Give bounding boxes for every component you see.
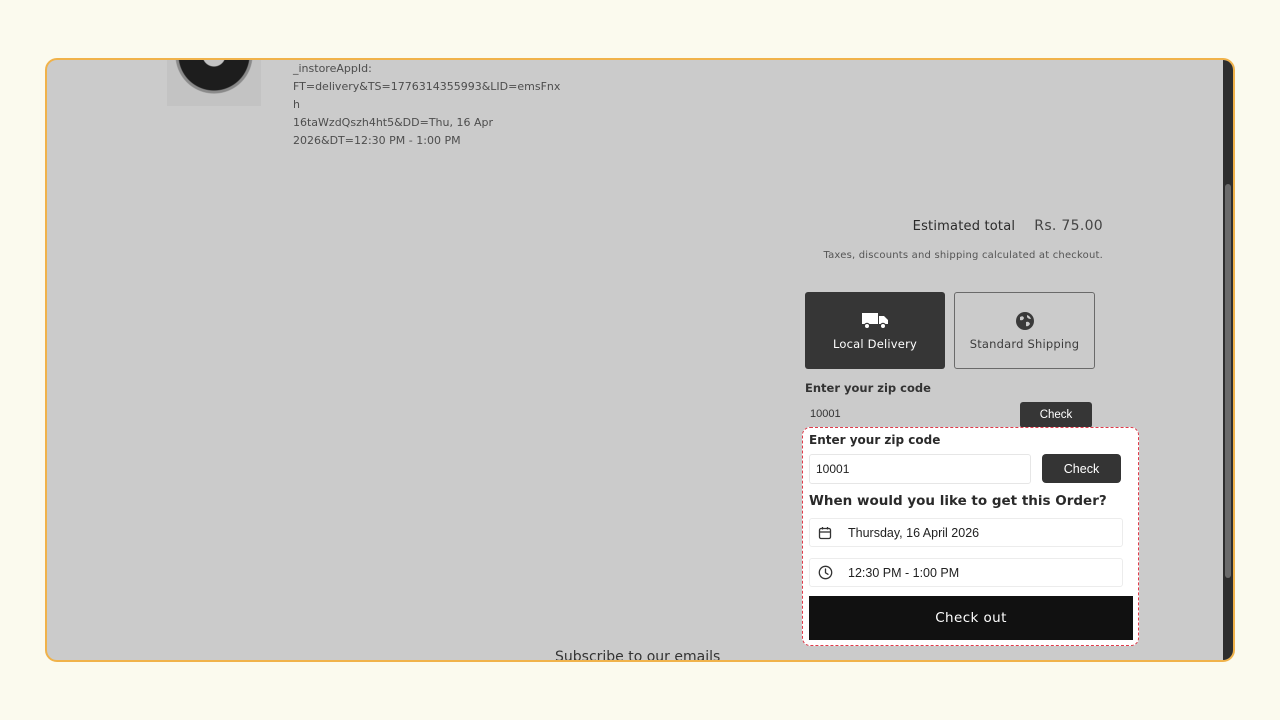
scrollbar[interactable] [1223,60,1233,660]
popup-zip-label: Enter your zip code [809,433,941,447]
subscribe-heading: Subscribe to our emails [555,649,721,662]
truck-icon [861,311,889,331]
tax-note: Taxes, discounts and shipping calculated… [823,250,1103,261]
checkout-button[interactable]: Check out [809,596,1133,640]
product-thumbnail[interactable] [167,60,261,106]
time-picker[interactable]: 12:30 PM - 1:00 PM [809,558,1123,587]
property-line: 16taWzdQszh4ht5&DD=Thu, 16 Apr [293,116,494,129]
local-delivery-option[interactable]: Local Delivery [805,292,945,369]
clock-icon [810,565,840,580]
standard-shipping-option[interactable]: Standard Shipping [954,292,1095,369]
estimated-total-value: Rs. 75.00 [1034,218,1103,234]
standard-shipping-label: Standard Shipping [969,336,1080,351]
property-line: _instoreAppId: [293,62,372,75]
calendar-icon [810,526,840,540]
estimated-total-label: Estimated total [912,219,1016,234]
donut-image [175,60,253,94]
property-line: FT=delivery&TS=1776314355993&LID=emsFnxh [293,80,561,111]
date-value: Thursday, 16 April 2026 [848,525,980,540]
zip-label: Enter your zip code [805,381,931,395]
local-delivery-label: Local Delivery [833,336,917,351]
check-button[interactable]: Check [1020,402,1092,428]
globe-icon [1015,311,1035,331]
time-value: 12:30 PM - 1:00 PM [848,565,960,580]
popup-check-button[interactable]: Check [1042,454,1121,483]
scrollbar-thumb[interactable] [1225,184,1231,578]
popup-zip-input[interactable] [809,454,1031,484]
estimated-total: Estimated total Rs. 75.00 [913,215,1103,234]
date-picker[interactable]: Thursday, 16 April 2026 [809,518,1123,547]
zip-input[interactable]: 10001 [810,408,841,420]
delivery-question: When would you like to get this Order? [809,493,1107,509]
delivery-schedule-popup: Enter your zip code Check When would you… [802,427,1139,646]
cart-item-properties: _instoreAppId: FT=delivery&TS=1776314355… [293,60,563,150]
property-line: 2026&DT=12:30 PM - 1:00 PM [293,134,461,147]
